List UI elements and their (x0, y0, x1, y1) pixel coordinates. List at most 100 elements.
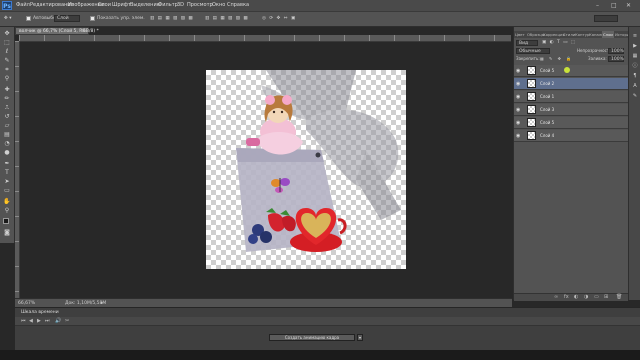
brush-tool-icon[interactable]: ✏ (3, 96, 11, 102)
new-layer-icon[interactable]: ⊞ (604, 294, 608, 301)
type-tool-icon[interactable]: T (3, 170, 11, 176)
audio-icon[interactable]: 🔊 (55, 317, 61, 325)
layer-row[interactable]: ◉ Слой 5 (514, 117, 628, 129)
menu-3d[interactable]: 3D (177, 1, 184, 10)
lock-icons[interactable]: ▦ ✎ ✥ 🔒 (540, 55, 573, 63)
healing-tool-icon[interactable]: ✚ (3, 87, 11, 93)
next-frame-icon[interactable]: ⏭ (45, 317, 50, 325)
zoom-level[interactable]: 66,67% (18, 300, 35, 307)
photoshop-logo-icon: Ps (2, 1, 12, 10)
layer-thumbnail (527, 118, 536, 127)
layer-row[interactable]: ◉ Слой 4 (514, 130, 628, 142)
history-panel-icon[interactable]: ≡ (632, 33, 638, 39)
lasso-tool-icon[interactable]: ℓ (3, 49, 11, 55)
character-panel-icon[interactable]: A (632, 83, 638, 89)
split-icon[interactable]: ✂ (65, 317, 69, 325)
lock-label: Закрепить: (516, 56, 540, 61)
link-layers-icon[interactable]: ∞ (554, 294, 558, 301)
close-tab-icon[interactable]: × (82, 28, 86, 35)
minimize-icon[interactable]: – (596, 1, 599, 10)
tab-paths[interactable]: Контур (575, 31, 589, 38)
status-arrow-icon[interactable]: ▸ (101, 300, 103, 307)
eraser-tool-icon[interactable]: ▱ (3, 123, 11, 129)
menu-layers[interactable]: Слои (98, 1, 111, 10)
align-icons[interactable]: ▥ ▤ ▦ ▧ ▨ ▩ (150, 15, 194, 23)
visibility-eye-icon[interactable]: ◉ (516, 68, 520, 74)
layer-row[interactable]: ◉ Слой 2 (514, 78, 628, 90)
move-tool-icon[interactable]: ✥ (3, 31, 11, 37)
maximize-icon[interactable]: □ (611, 1, 617, 10)
fill-input[interactable]: 100% (608, 56, 624, 62)
layer-style-icon[interactable]: fx (564, 294, 569, 301)
stamp-tool-icon[interactable]: ⎍ (3, 105, 11, 111)
zoom-tool-icon[interactable]: ⚲ (3, 208, 11, 214)
crop-tool-icon[interactable]: ⌗ (3, 67, 11, 73)
quick-select-tool-icon[interactable]: ✎ (3, 58, 11, 64)
quick-mask-icon[interactable]: ◙ (3, 230, 11, 236)
visibility-eye-icon[interactable]: ◉ (516, 120, 520, 126)
gradient-tool-icon[interactable]: ▤ (3, 132, 11, 138)
close-icon[interactable]: ✕ (626, 1, 631, 10)
layer-name: Слой 5 (540, 120, 555, 125)
layer-row[interactable]: ◉ Слой 3 (514, 104, 628, 116)
first-frame-icon[interactable]: ⏮ (21, 317, 26, 325)
info-panel-icon[interactable]: ⓘ (632, 63, 638, 69)
visibility-eye-icon[interactable]: ◉ (516, 107, 520, 113)
create-frame-animation-button[interactable]: Создать анимацию кадра (269, 334, 355, 341)
visibility-eye-icon[interactable]: ◉ (516, 94, 520, 100)
menu-window[interactable]: Окно (212, 1, 225, 10)
mask-icon[interactable]: ◐ (574, 294, 578, 301)
play-icon[interactable]: ▶ (37, 317, 41, 325)
3d-mode-icons[interactable]: ◎ ⟳ ✥ ⇔ ▣ (262, 15, 296, 23)
chevron-down-icon[interactable]: ▾ (357, 334, 363, 341)
distribute-icons[interactable]: ▥ ▤ ▦ ▧ ▨ ▩ (205, 15, 249, 23)
menu-filter[interactable]: Фильтр (158, 1, 178, 10)
filter-icons[interactable]: ▣ ◐ T ▭ ⬚ (542, 39, 576, 47)
layer-name: Слой 1 (540, 94, 555, 99)
adjustment-layer-icon[interactable]: ◑ (584, 294, 588, 301)
path-select-tool-icon[interactable]: ➤ (3, 179, 11, 185)
menu-type[interactable]: Шрифт (112, 1, 131, 10)
menu-help[interactable]: Справка (227, 1, 249, 10)
document-canvas[interactable] (206, 70, 406, 269)
blur-tool-icon[interactable]: ◔ (3, 141, 11, 147)
prev-frame-icon[interactable]: ◀ (29, 317, 33, 325)
actions-panel-icon[interactable]: ▶ (632, 43, 638, 49)
hand-tool-icon[interactable]: ✋ (3, 199, 11, 205)
tab-color[interactable]: Цвет (515, 31, 525, 38)
shape-tool-icon[interactable]: ▭ (3, 188, 11, 194)
move-tool-icon[interactable]: ✥ ▾ (4, 15, 11, 23)
eyedropper-tool-icon[interactable]: ⚲ (3, 76, 11, 82)
panel-tab-strip: Цвет Образцы Коррекция Стили Контур Кана… (514, 31, 632, 38)
layer-row[interactable]: ◉ Слой 5 (514, 65, 628, 77)
dodge-tool-icon[interactable]: ● (3, 150, 11, 156)
layers-panel-footer: ∞ fx ◐ ◑ ▭ ⊞ 🗑 (514, 293, 628, 301)
paragraph-panel-icon[interactable]: ¶ (632, 73, 638, 79)
menu-view[interactable]: Просмотр (187, 1, 213, 10)
workspace-dropdown[interactable] (594, 15, 618, 22)
menu-select[interactable]: Выделение (130, 1, 160, 10)
tab-styles[interactable]: Стили (563, 31, 575, 38)
opacity-input[interactable]: 100% (608, 48, 624, 54)
properties-panel-icon[interactable]: ▦ (632, 53, 638, 59)
tab-adjustments[interactable]: Коррекция (543, 31, 565, 38)
show-controls-checkbox[interactable] (90, 16, 95, 21)
brush-panel-icon[interactable]: ✎ (632, 93, 638, 99)
visibility-eye-icon[interactable]: ◉ (516, 133, 520, 139)
menu-file[interactable]: Файл (16, 1, 30, 10)
document-tab[interactable]: волчик @ 66,7% (Слой 5, RGB/8) * × (15, 27, 99, 35)
layer-row[interactable]: ◉ Слой 1 (514, 91, 628, 103)
group-icon[interactable]: ▭ (594, 294, 599, 301)
trash-icon[interactable]: 🗑 (616, 294, 622, 301)
marquee-tool-icon[interactable]: ⬚ (3, 40, 11, 46)
history-brush-tool-icon[interactable]: ↺ (3, 114, 11, 120)
foreground-color-swatch[interactable] (3, 218, 9, 224)
blend-mode-dropdown[interactable]: Обычные (516, 48, 550, 54)
pen-tool-icon[interactable]: ✒ (3, 161, 11, 167)
visibility-eye-icon[interactable]: ◉ (516, 81, 520, 87)
tab-layers[interactable]: Слои (602, 31, 614, 38)
layer-filter-dropdown[interactable]: Вид (516, 40, 538, 46)
autoselect-dropdown[interactable]: Слой (54, 15, 80, 22)
collapsed-panels-strip: ≡ ▶ ▦ ⓘ ¶ A ✎ (628, 27, 640, 300)
autoselect-checkbox[interactable] (26, 16, 31, 21)
